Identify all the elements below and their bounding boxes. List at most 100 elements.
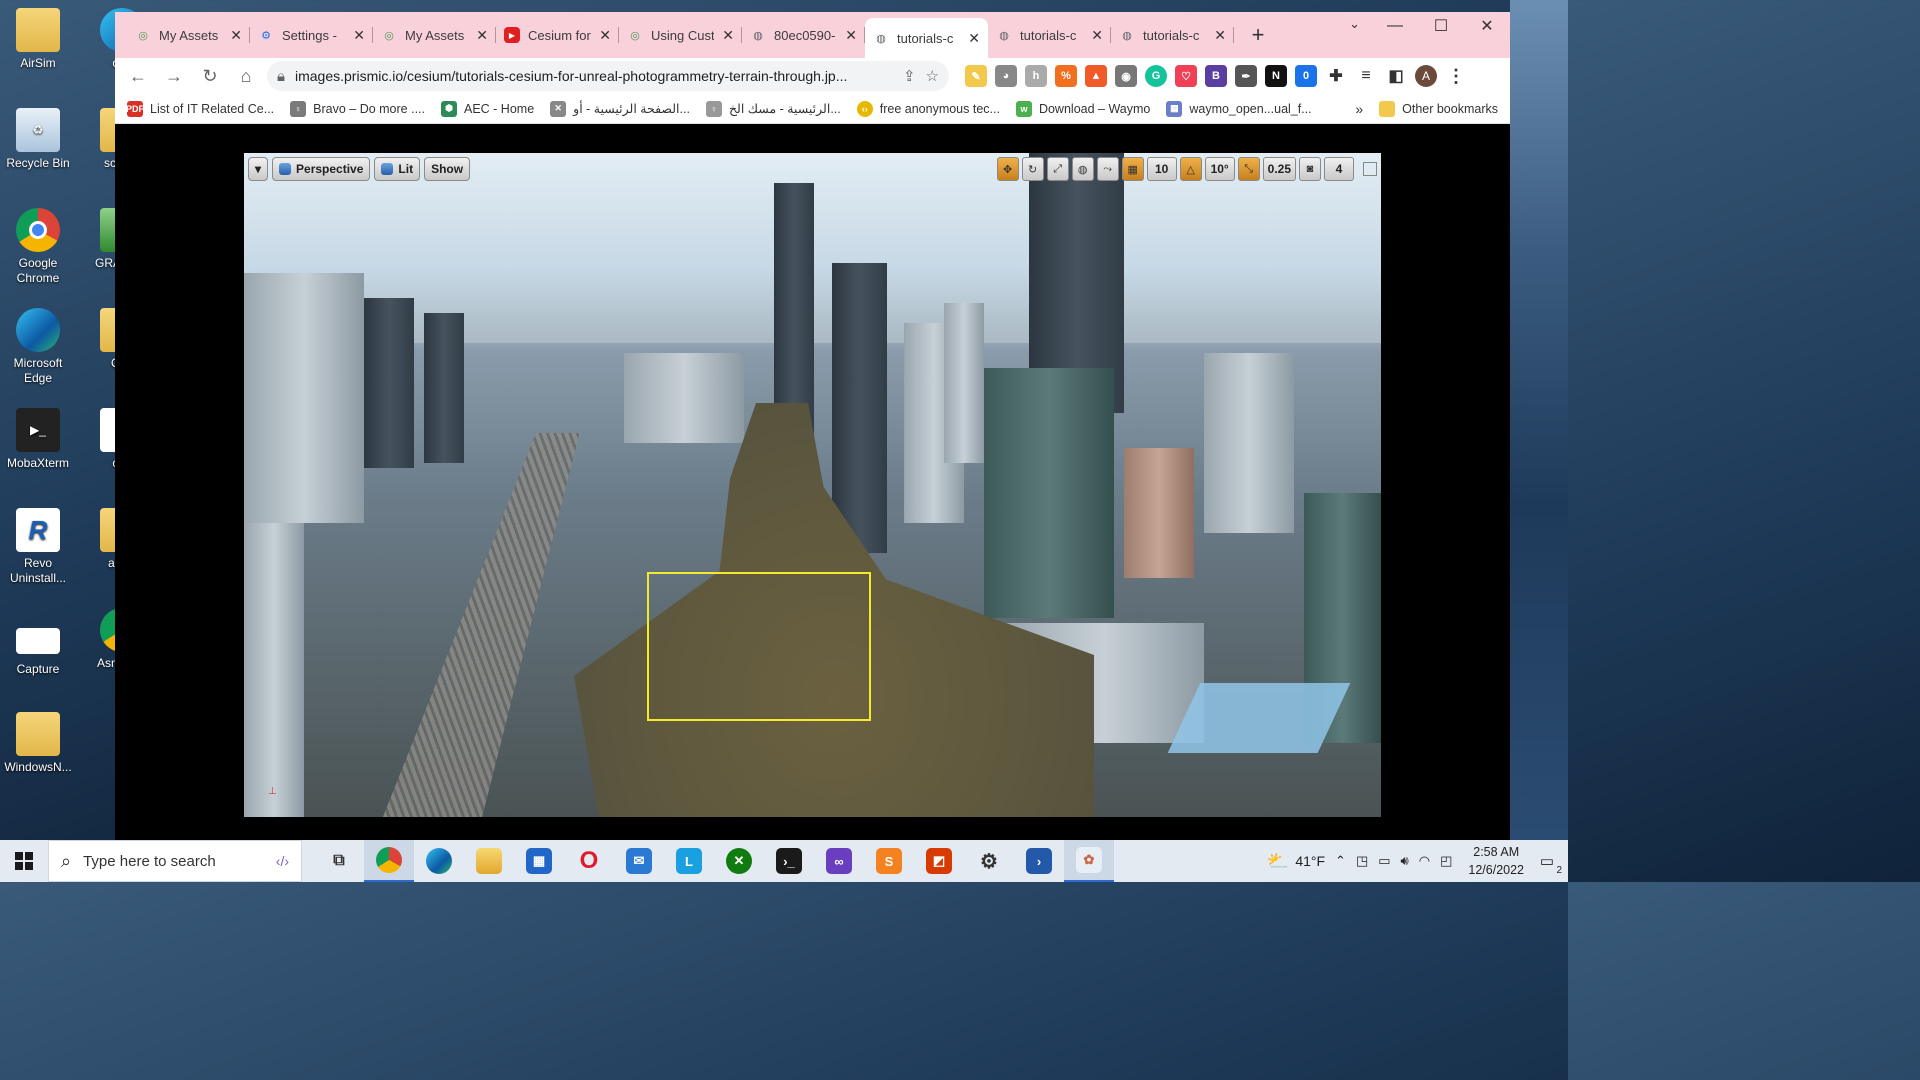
taskbar-edge[interactable]	[414, 840, 464, 882]
extension-icon[interactable]: %	[1055, 65, 1077, 87]
profile-avatar[interactable]: A	[1415, 65, 1437, 87]
bookmark-item[interactable]: ✕ الصفحة الرئيسية - أو...	[550, 100, 690, 117]
taskbar-sublime[interactable]: S	[864, 840, 914, 882]
close-icon[interactable]: ✕	[230, 27, 242, 44]
translate-icon[interactable]: ✥	[996, 157, 1019, 181]
rotation-snap-value[interactable]: 10°	[1204, 157, 1235, 181]
bookmark-item[interactable]: ⬢ AEC - Home	[441, 100, 534, 117]
desktop-icon-airsim[interactable]: AirSim	[0, 8, 76, 71]
pocket-icon[interactable]: ♡	[1175, 65, 1197, 87]
weather-widget[interactable]: ⛅ 41°F	[1267, 851, 1325, 872]
reload-button[interactable]: ↻	[195, 61, 225, 91]
taskbar-chrome[interactable]	[364, 840, 414, 882]
taskbar-file-explorer[interactable]	[464, 840, 514, 882]
notifications-button[interactable]: ▭ 2	[1534, 848, 1562, 876]
desktop-icon-mobaxterm[interactable]: ▶_ MobaXterm	[0, 408, 76, 471]
tab-cesium-youtube[interactable]: ▶ Cesium for ✕	[496, 18, 619, 52]
close-icon[interactable]: ✕	[353, 27, 365, 44]
close-icon[interactable]: ✕	[1214, 27, 1226, 44]
taskbar-opera[interactable]: O	[564, 840, 614, 882]
grid-snap-icon[interactable]: ▦	[1121, 157, 1144, 181]
scale-icon[interactable]: ⤢	[1046, 157, 1069, 181]
taskbar-powershell[interactable]: ›	[1014, 840, 1064, 882]
notion-icon[interactable]: N	[1265, 65, 1287, 87]
extension-icon[interactable]: ✎	[965, 65, 987, 87]
star-icon[interactable]: ☆	[926, 67, 939, 85]
other-bookmarks[interactable]: Other bookmarks	[1379, 100, 1498, 117]
viewport-options-dropdown[interactable]: ▾	[248, 157, 269, 181]
camera-speed-icon[interactable]: ◙	[1299, 157, 1321, 181]
taskbar-app-l[interactable]: L	[664, 840, 714, 882]
bookmark-item[interactable]: ♀ Bravo – Do more ....	[290, 100, 425, 117]
show-button[interactable]: Show	[424, 157, 471, 181]
tab-settings[interactable]: ⚙ Settings - ✕	[250, 18, 373, 52]
close-icon[interactable]: ✕	[845, 27, 857, 44]
rotate-icon[interactable]: ↻	[1021, 157, 1044, 181]
extension-icon[interactable]: ▲	[1085, 65, 1107, 87]
eyedropper-icon[interactable]: ✒	[1235, 65, 1257, 87]
display-icon[interactable]: ◰	[1440, 853, 1452, 869]
extension-icon[interactable]: ◕	[995, 65, 1017, 87]
tab-tutorials-2[interactable]: ◍ tutorials-c ✕	[988, 18, 1111, 52]
forward-button[interactable]: →	[159, 61, 189, 91]
desktop-icon-microsoft-edge[interactable]: Microsoft Edge	[0, 308, 76, 386]
close-icon[interactable]: ✕	[968, 30, 980, 47]
scale-snap-icon[interactable]: ⤡	[1237, 157, 1260, 181]
desktop-icon-revo-uninstaller[interactable]: R Revo Uninstall...	[0, 508, 76, 586]
battery-icon[interactable]: ▭	[1378, 853, 1390, 869]
side-panel-icon[interactable]: ◧	[1385, 65, 1407, 87]
bookmark-item[interactable]: ‹› free anonymous tec...	[856, 100, 1000, 117]
tab-my-assets-2[interactable]: ◎ My Assets ✕	[373, 18, 496, 52]
back-button[interactable]: ←	[123, 61, 153, 91]
tab-80ec0590[interactable]: ◍ 80ec0590- ✕	[742, 18, 865, 52]
home-button[interactable]: ⌂	[231, 61, 261, 91]
close-icon[interactable]: ✕	[722, 27, 734, 44]
bookmarks-overflow-chevron-icon[interactable]: »	[1355, 101, 1363, 117]
share-icon[interactable]: ⇪	[903, 67, 916, 85]
new-tab-button[interactable]: +	[1244, 22, 1272, 48]
scale-snap-value[interactable]: 0.25	[1262, 157, 1296, 181]
extension-badge-icon[interactable]: 0	[1295, 65, 1317, 87]
puzzle-icon[interactable]: ✚	[1325, 65, 1347, 87]
grammarly-icon[interactable]: G	[1145, 65, 1167, 87]
taskbar-terminal[interactable]: ›_	[764, 840, 814, 882]
bookmark-item[interactable]: PDF List of IT Related Ce...	[126, 100, 274, 117]
chevron-up-icon[interactable]: ⌃	[1335, 853, 1346, 869]
menu-icon[interactable]: ⋮	[1445, 65, 1467, 87]
lock-icon[interactable]: 🔒︎	[277, 68, 285, 85]
close-icon[interactable]: ✕	[599, 27, 611, 44]
desktop-icon-google-chrome[interactable]: Google Chrome	[0, 208, 76, 286]
desktop-icon-recycle-bin[interactable]: ♻ Recycle Bin	[0, 108, 76, 171]
tab-search-chevron-icon[interactable]: ⌄	[1349, 16, 1360, 32]
address-bar[interactable]: 🔒︎ images.prismic.io/cesium/tutorials-ce…	[267, 61, 949, 91]
tab-tutorials-3[interactable]: ◍ tutorials-c ✕	[1111, 18, 1234, 52]
taskbar-office[interactable]: ◩	[914, 840, 964, 882]
bookmark-item[interactable]: ♀ الرئيسية - مسك الخ...	[705, 100, 841, 117]
taskbar-visual-studio[interactable]: ∞	[814, 840, 864, 882]
rotation-snap-icon[interactable]: △	[1179, 157, 1202, 181]
camera-tray-icon[interactable]: ◳	[1356, 853, 1368, 869]
perspective-button[interactable]: Perspective	[272, 157, 371, 181]
extension-icon[interactable]: h	[1025, 65, 1047, 87]
wifi-icon[interactable]: ◠	[1419, 853, 1430, 869]
task-view-button[interactable]: ⧉	[314, 840, 364, 882]
extension-icon[interactable]: B	[1205, 65, 1227, 87]
close-icon[interactable]: ✕	[476, 27, 488, 44]
taskbar-store[interactable]: ▦	[514, 840, 564, 882]
tab-using-custom[interactable]: ◎ Using Cust ✕	[619, 18, 742, 52]
camera-speed-value[interactable]: 4	[1324, 157, 1354, 181]
surface-snap-icon[interactable]: ⤳	[1096, 157, 1119, 181]
bookmark-item[interactable]: ▦ waymo_open...ual_f...	[1166, 100, 1312, 117]
bookmark-item[interactable]: w Download – Waymo	[1015, 100, 1150, 117]
media-control-icon[interactable]: ≡	[1355, 65, 1377, 87]
maximize-viewport-icon[interactable]	[1363, 162, 1377, 176]
taskbar-mail[interactable]: ✉	[614, 840, 664, 882]
close-window-button[interactable]: ✕	[1464, 12, 1510, 40]
lit-button[interactable]: Lit	[374, 157, 421, 181]
desktop-icon-capture[interactable]: Capture	[0, 628, 76, 677]
camera-icon[interactable]: ◉	[1115, 65, 1137, 87]
tab-my-assets[interactable]: ◎ My Assets ✕	[127, 18, 250, 52]
tab-tutorials-active[interactable]: ◍ tutorials-c ✕	[865, 18, 988, 58]
world-icon[interactable]: ◍	[1071, 157, 1094, 181]
minimize-button[interactable]: —	[1372, 12, 1418, 40]
